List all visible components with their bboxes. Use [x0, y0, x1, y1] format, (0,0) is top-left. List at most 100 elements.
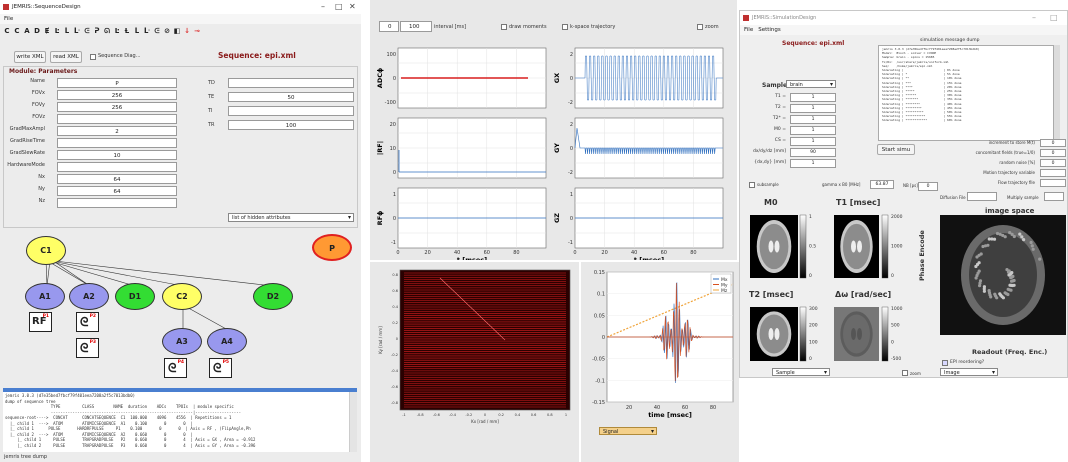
menu-file[interactable]: File — [744, 27, 753, 33]
pulse-p5[interactable]: P5 ᘓ — [209, 358, 232, 378]
sim-param-input[interactable]: 1 — [790, 126, 836, 135]
sim-option-input[interactable] — [1040, 179, 1066, 187]
epi-reordering-checkbox[interactable] — [942, 360, 948, 366]
param-input[interactable] — [228, 106, 354, 116]
image-space-map[interactable] — [940, 215, 1066, 335]
interval-to-input[interactable]: 100 — [400, 21, 432, 32]
sim-param-input[interactable]: 90 — [790, 148, 836, 157]
menu-file[interactable]: File — [4, 16, 13, 22]
tree-node-a2[interactable]: A2 — [69, 283, 109, 310]
new-icon[interactable]: C — [3, 27, 11, 35]
tree-node-a1[interactable]: A1 — [25, 283, 65, 310]
dw-colorbar: 1000 500 0 -500 — [881, 306, 903, 362]
interval-from-input[interactable]: 0 — [379, 21, 399, 32]
tree-node-c1[interactable]: C1 — [26, 236, 66, 265]
sim-param-input[interactable]: 1 — [790, 159, 836, 168]
zoom-checkbox[interactable] — [697, 24, 703, 30]
param-input[interactable]: 2 — [57, 126, 177, 136]
sequence-diag-checkbox[interactable] — [90, 54, 96, 60]
menu-settings[interactable]: Settings — [758, 27, 781, 33]
tree-node-d2[interactable]: D2 — [253, 283, 293, 310]
sim-option-input[interactable]: 0 — [1040, 139, 1066, 147]
sim-option-input[interactable]: 0 — [1040, 159, 1066, 167]
link-icon[interactable]: ⊘ — [163, 27, 171, 35]
save-icon[interactable]: A — [23, 27, 31, 35]
plot-icon[interactable]: ◧ — [173, 27, 181, 35]
param-input[interactable] — [57, 138, 177, 148]
maximize-icon[interactable]: □ — [335, 2, 343, 11]
kspace-trajectory-checkbox[interactable] — [562, 24, 568, 30]
param-input[interactable]: 64 — [57, 174, 177, 184]
e-icon[interactable]: ᕈ — [93, 27, 101, 35]
maximize-icon[interactable]: □ — [1050, 13, 1058, 22]
param-input[interactable]: 256 — [57, 90, 177, 100]
pulse-p3[interactable]: P3 ᘓ — [76, 338, 99, 358]
image-speckle — [1009, 288, 1013, 292]
sim-option-input[interactable] — [1040, 169, 1066, 177]
dash-icon[interactable]: ⊸ — [193, 27, 201, 35]
g-icon[interactable]: Ŀ — [113, 27, 121, 35]
f-icon[interactable]: ᘏ — [103, 27, 111, 35]
h-icon[interactable]: Ƚ — [123, 27, 131, 35]
sim-param-input[interactable]: 1 — [790, 93, 836, 102]
sample-select[interactable]: brain — [786, 80, 836, 89]
tree-node-c2[interactable]: C2 — [162, 283, 202, 310]
tree-node-p[interactable]: P — [312, 234, 352, 261]
a-icon[interactable]: ᒪ — [63, 27, 71, 35]
param-input[interactable]: P — [57, 78, 177, 88]
pulse-p1[interactable]: P1 RF — [29, 312, 52, 332]
param-input[interactable] — [228, 78, 354, 88]
k-icon[interactable]: ᕮ — [153, 27, 161, 35]
tree-node-a3[interactable]: A3 — [162, 328, 202, 355]
sim-option-input[interactable]: 0 — [1040, 149, 1066, 157]
subsample-checkbox[interactable] — [749, 182, 755, 188]
sim-zoom-checkbox[interactable] — [902, 370, 908, 376]
param-input[interactable]: 100 — [228, 120, 354, 130]
multiply-sample-input[interactable] — [1044, 192, 1064, 201]
signal-select[interactable]: Signal — [599, 427, 657, 436]
arrow-icon[interactable]: ↓ — [183, 27, 191, 35]
tree-node-a4[interactable]: A4 — [207, 328, 247, 355]
i-icon[interactable]: ᒪ — [133, 27, 141, 35]
image-view-select[interactable]: Image — [940, 368, 998, 377]
pulse-p4[interactable]: P4 ᘓ — [164, 358, 187, 378]
minimize-icon[interactable]: – — [1032, 13, 1036, 22]
pulse-p2[interactable]: P2 ᘓ — [76, 312, 99, 332]
x-icon[interactable]: Ɇ — [43, 27, 51, 35]
j-icon[interactable]: ᒷ — [143, 27, 151, 35]
param-input[interactable]: 256 — [57, 102, 177, 112]
open-icon[interactable]: C — [13, 27, 21, 35]
y-tick-label: 1 — [393, 192, 396, 198]
param-input[interactable] — [57, 114, 177, 124]
param-input[interactable]: 10 — [57, 150, 177, 160]
d-icon[interactable]: D — [33, 27, 41, 35]
ventricle — [857, 240, 862, 253]
start-simulation-button[interactable]: Start simu — [877, 144, 915, 155]
s-icon[interactable]: Ŀ — [53, 27, 61, 35]
sim-param-input[interactable]: 1 — [790, 104, 836, 113]
param-input[interactable] — [57, 162, 177, 172]
diffusion-file-input[interactable] — [967, 192, 997, 201]
gamma-input[interactable]: 63.87 — [870, 180, 894, 189]
image-speckle — [975, 255, 979, 259]
brain-matter — [759, 223, 789, 270]
param-input[interactable] — [57, 198, 177, 208]
b-icon[interactable]: ᒷ — [73, 27, 81, 35]
legend-label: My — [721, 283, 728, 289]
dump-scrollbar[interactable] — [1054, 45, 1060, 141]
sim-param-input[interactable]: 1 — [790, 115, 836, 124]
read-xml-button[interactable]: read XML — [50, 51, 82, 63]
draw-moments-checkbox[interactable] — [501, 24, 507, 30]
write-xml-button[interactable]: write XML — [14, 51, 46, 63]
sim-param-input[interactable]: 1 — [790, 137, 836, 146]
param-input[interactable]: 64 — [57, 186, 177, 196]
close-icon[interactable]: ✕ — [349, 2, 356, 11]
tree-node-d1[interactable]: D1 — [115, 283, 155, 310]
hidden-attributes-select[interactable]: list of hidden attributes — [228, 213, 354, 222]
nb-input[interactable]: 0 — [918, 182, 938, 191]
param-input[interactable]: 50 — [228, 92, 354, 102]
console-vertical-scrollbar[interactable] — [349, 392, 357, 452]
minimize-icon[interactable]: – — [321, 2, 325, 11]
sample-view-select[interactable]: Sample — [772, 368, 830, 377]
c-icon[interactable]: ᕮ — [83, 27, 91, 35]
